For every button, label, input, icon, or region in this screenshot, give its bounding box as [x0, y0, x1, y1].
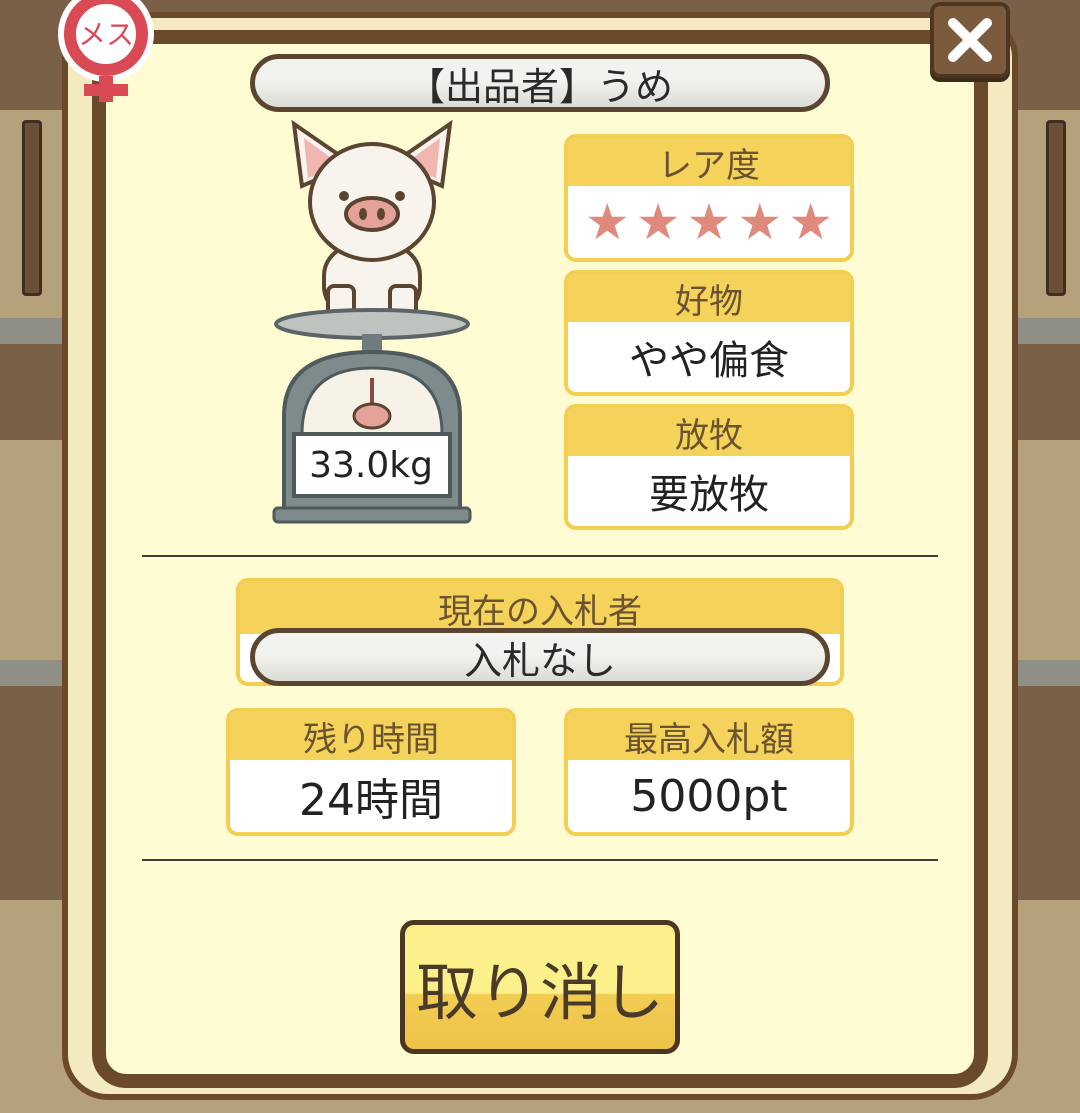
time-left-box: 残り時間 24時間: [226, 708, 516, 836]
favorite-food-title: 好物: [568, 274, 850, 322]
rarity-stars: ★ ★ ★ ★ ★: [568, 186, 850, 258]
max-bid-value: 5000pt: [630, 770, 788, 822]
star-icon: ★: [737, 193, 783, 251]
grazing-box: 放牧 要放牧: [564, 404, 854, 530]
rarity-box: レア度 ★ ★ ★ ★ ★: [564, 134, 854, 262]
max-bid-box: 最高入札額 5000pt: [564, 708, 854, 836]
grazing-value: 要放牧: [649, 472, 769, 518]
star-icon: ★: [686, 193, 732, 251]
current-bidder-value: 入札なし: [250, 628, 830, 686]
female-symbol-icon: メス: [58, 0, 154, 102]
star-icon: ★: [788, 193, 834, 251]
favorite-food-value: やや偏食: [629, 338, 789, 384]
cancel-button[interactable]: 取り消し: [400, 920, 680, 1054]
star-icon: ★: [584, 193, 630, 251]
background-post: [22, 120, 42, 296]
close-button[interactable]: [930, 2, 1010, 78]
favorite-food-box: 好物 やや偏食: [564, 270, 854, 396]
divider: [142, 555, 938, 557]
weight-value: 33.0kg: [309, 444, 433, 486]
gender-label: メス: [78, 18, 134, 51]
time-left-title: 残り時間: [230, 712, 512, 760]
close-icon: [948, 18, 992, 62]
rarity-title: レア度: [568, 138, 850, 186]
time-left-value: 24時間: [299, 775, 443, 826]
female-badge: メス: [46, 0, 172, 106]
max-bid-title: 最高入札額: [568, 712, 850, 760]
current-bidder-title: 現在の入札者: [240, 582, 840, 634]
background-post: [1046, 120, 1066, 296]
seller-name: 【出品者】うめ: [250, 54, 830, 112]
star-icon: ★: [635, 193, 681, 251]
grazing-title: 放牧: [568, 408, 850, 456]
divider: [142, 859, 938, 861]
